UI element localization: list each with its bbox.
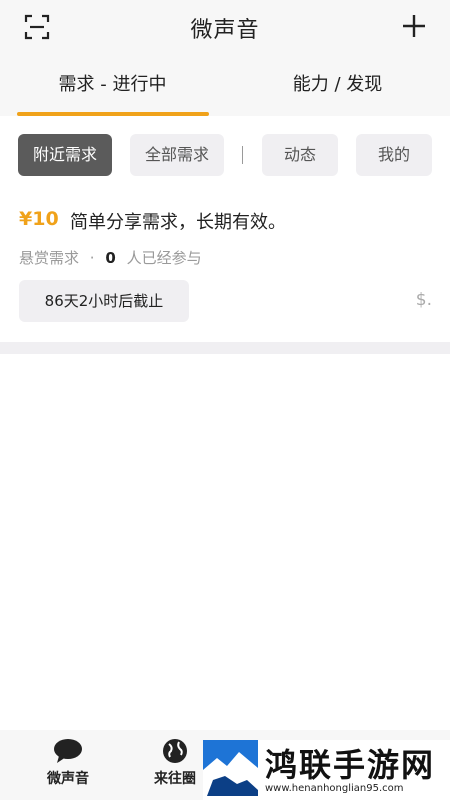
watermark-text: 鸿联手游网 — [265, 746, 436, 784]
app-root: 微声音 需求 - 进行中 能力 / 发现 附近需求 全部需求 动态 我的 ¥10… — [0, 0, 450, 800]
filter-all-demand[interactable]: 全部需求 — [130, 134, 224, 176]
main-tabs: 需求 - 进行中 能力 / 发现 — [0, 56, 450, 116]
participant-count: 0 — [105, 249, 116, 267]
reward-action-link[interactable]: $. — [416, 290, 432, 310]
filter-bar: 附近需求 全部需求 动态 我的 — [0, 116, 450, 188]
participant-suffix: 人已经参与 — [126, 249, 202, 267]
watermark-url: www.henanhonglian95.com — [265, 783, 404, 794]
filter-divider — [242, 146, 243, 164]
tab-demand-ongoing[interactable]: 需求 - 进行中 — [0, 56, 225, 116]
filter-mine[interactable]: 我的 — [356, 134, 432, 176]
task-title: 简单分享需求，长期有效。 — [70, 212, 286, 233]
section-separator — [0, 342, 450, 354]
reward-amount: ¥10 — [19, 208, 59, 230]
task-card[interactable]: ¥10 简单分享需求，长期有效。 悬赏需求 · 0 人已经参与 86天2小时后截… — [0, 188, 450, 342]
deadline-badge: 86天2小时后截止 — [19, 280, 189, 322]
chat-bubble-icon — [28, 738, 108, 764]
meta-separator: · — [89, 249, 95, 267]
nav-item-wei-sheng-yin[interactable]: 微声音 — [28, 738, 108, 788]
plus-icon[interactable] — [402, 14, 426, 38]
tab-ability-discover[interactable]: 能力 / 发现 — [225, 56, 450, 116]
filter-feed[interactable]: 动态 — [262, 134, 338, 176]
page-title: 微声音 — [190, 18, 260, 43]
watermark-logo-icon — [203, 740, 258, 796]
watermark: 鸿联手游网 www.henanhonglian95.com — [203, 740, 450, 800]
task-category: 悬赏需求 — [19, 249, 80, 267]
top-bar: 微声音 — [0, 0, 450, 56]
task-meta: 悬赏需求 · 0 人已经参与 — [19, 247, 202, 268]
nav-label: 微声音 — [47, 771, 89, 787]
filter-nearby-demand[interactable]: 附近需求 — [18, 134, 112, 176]
